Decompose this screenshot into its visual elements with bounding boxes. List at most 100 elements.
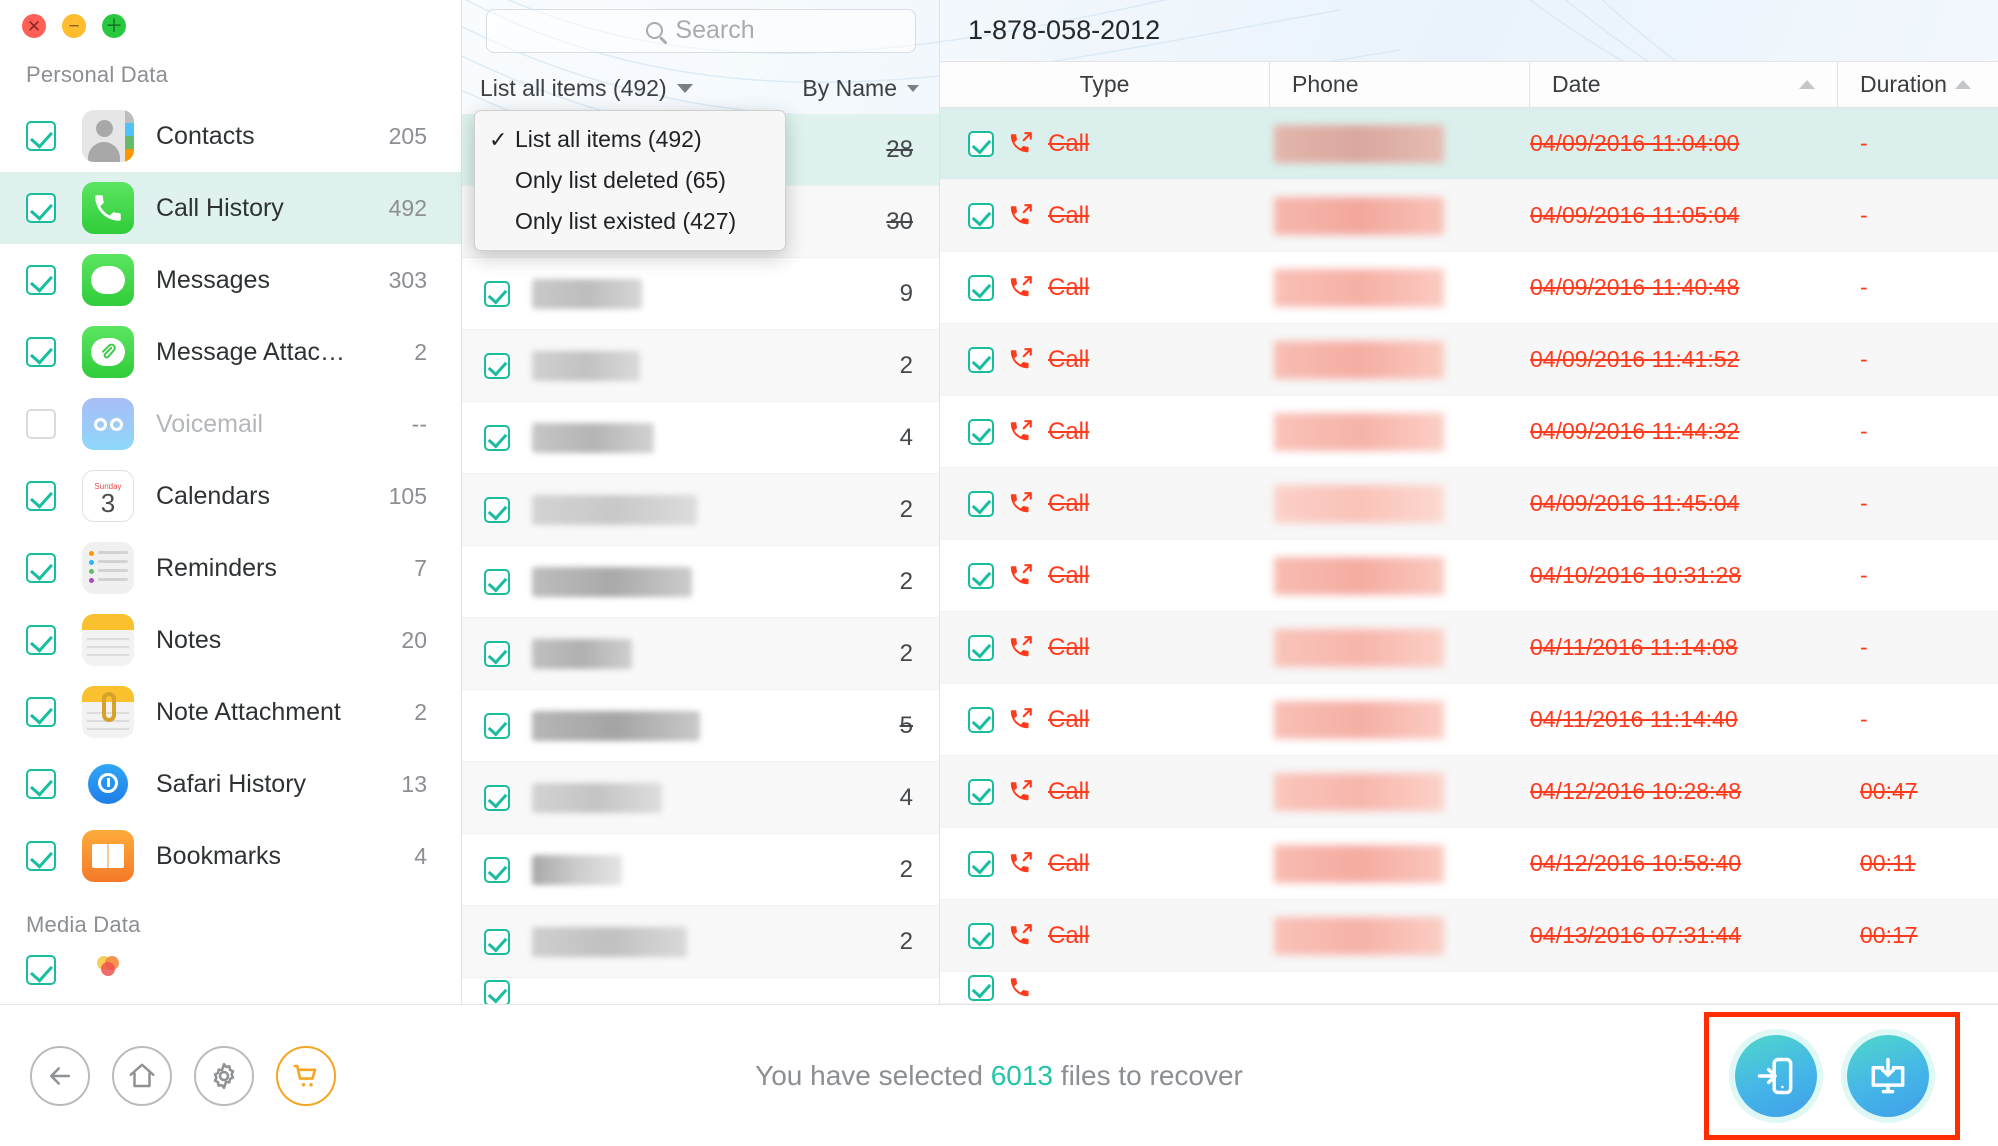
list-item-checkbox[interactable] bbox=[484, 712, 510, 739]
list-item[interactable] bbox=[462, 978, 939, 1004]
filter-dropdown-button[interactable]: List all items (492) bbox=[480, 75, 693, 102]
row-checkbox[interactable] bbox=[968, 346, 994, 373]
close-button[interactable]: ✕ bbox=[22, 14, 46, 38]
list-item-checkbox[interactable] bbox=[484, 352, 510, 379]
cell-type-label: Call bbox=[1048, 705, 1090, 733]
calendar-day: 3 bbox=[100, 487, 116, 518]
list-item-checkbox[interactable] bbox=[484, 928, 510, 955]
sidebar-item-voicemail[interactable]: Voicemail -- bbox=[0, 388, 461, 460]
sidebar-item-notes[interactable]: Notes 20 bbox=[0, 604, 461, 676]
column-header-duration[interactable]: Duration bbox=[1838, 62, 1998, 107]
table-row[interactable]: Call 04/09/2016 11:44:32 - bbox=[940, 396, 1998, 468]
list-item-checkbox[interactable] bbox=[484, 979, 510, 1004]
checkbox-messages[interactable] bbox=[26, 265, 56, 295]
sidebar-item-photos[interactable] bbox=[0, 944, 461, 996]
checkbox-call-history[interactable] bbox=[26, 193, 56, 223]
table-row[interactable]: Call 04/10/2016 10:31:28 - bbox=[940, 540, 1998, 612]
list-item[interactable]: 5 bbox=[462, 690, 939, 763]
menu-item-list-all[interactable]: ✓ List all items (492) bbox=[475, 119, 785, 160]
table-row[interactable]: Call 04/12/2016 10:28:48 00:47 bbox=[940, 756, 1998, 828]
checkbox-voicemail[interactable] bbox=[26, 409, 56, 439]
minimize-button[interactable]: − bbox=[62, 14, 86, 38]
row-checkbox[interactable] bbox=[968, 634, 994, 661]
row-checkbox[interactable] bbox=[968, 974, 994, 1001]
sidebar-item-note-attachment[interactable]: Note Attachment 2 bbox=[0, 676, 461, 748]
table-row[interactable] bbox=[940, 972, 1998, 1004]
list-item-checkbox[interactable] bbox=[484, 496, 510, 523]
row-checkbox[interactable] bbox=[968, 274, 994, 301]
table-row[interactable]: Call 04/09/2016 11:04:00 - bbox=[940, 108, 1998, 180]
row-checkbox[interactable] bbox=[968, 130, 994, 157]
list-item[interactable]: 2 bbox=[462, 474, 939, 547]
checkbox-safari-history[interactable] bbox=[26, 769, 56, 799]
row-checkbox[interactable] bbox=[968, 922, 994, 949]
list-item[interactable]: 2 bbox=[462, 834, 939, 907]
recover-to-computer-button[interactable] bbox=[1847, 1034, 1929, 1117]
cart-button[interactable] bbox=[276, 1045, 336, 1106]
row-checkbox[interactable] bbox=[968, 490, 994, 517]
home-button[interactable] bbox=[112, 1045, 172, 1106]
cell-phone bbox=[1270, 252, 1530, 323]
checkbox-calendars[interactable] bbox=[26, 481, 56, 511]
row-checkbox[interactable] bbox=[968, 418, 994, 445]
table-row[interactable]: Call 04/09/2016 11:40:48 - bbox=[940, 252, 1998, 324]
list-item[interactable]: 4 bbox=[462, 762, 939, 835]
table-row[interactable]: Call 04/11/2016 11:14:40 - bbox=[940, 684, 1998, 756]
table-row[interactable]: Call 04/09/2016 11:05:04 - bbox=[940, 180, 1998, 252]
sidebar-item-reminders[interactable]: Reminders 7 bbox=[0, 532, 461, 604]
checkbox-photos[interactable] bbox=[26, 955, 56, 985]
list-item[interactable]: 9 bbox=[462, 258, 939, 331]
checkbox-reminders[interactable] bbox=[26, 553, 56, 583]
sidebar-item-bookmarks[interactable]: Bookmarks 4 bbox=[0, 820, 461, 892]
table-row[interactable]: Call 04/09/2016 11:41:52 - bbox=[940, 324, 1998, 396]
column-header-phone[interactable]: Phone bbox=[1270, 61, 1530, 107]
row-checkbox[interactable] bbox=[968, 850, 994, 877]
sidebar-item-message-attachments[interactable]: Message Attac… 2 bbox=[0, 316, 461, 388]
column-header-type[interactable]: Type bbox=[940, 61, 1270, 107]
list-item[interactable]: 4 bbox=[462, 402, 939, 475]
sort-dropdown-button[interactable]: By Name bbox=[802, 75, 919, 102]
checkbox-contacts[interactable] bbox=[26, 121, 56, 151]
checkbox-note-attachment[interactable] bbox=[26, 697, 56, 727]
sidebar-item-calendars[interactable]: Sunday 3 Calendars 105 bbox=[0, 460, 461, 532]
sidebar-item-safari-history[interactable]: Safari History 13 bbox=[0, 748, 461, 820]
sidebar-item-messages[interactable]: Messages 303 bbox=[0, 244, 461, 316]
row-checkbox[interactable] bbox=[968, 706, 994, 733]
cell-date: 04/11/2016 11:14:40 bbox=[1530, 684, 1838, 755]
menu-item-only-existed[interactable]: Only list existed (427) bbox=[475, 201, 785, 242]
cell-date: 04/11/2016 11:14:08 bbox=[1530, 612, 1838, 683]
back-button[interactable] bbox=[30, 1045, 90, 1106]
row-checkbox[interactable] bbox=[968, 778, 994, 805]
table-row[interactable]: Call 04/12/2016 10:58:40 00:11 bbox=[940, 828, 1998, 900]
recover-to-device-button[interactable] bbox=[1735, 1034, 1817, 1117]
checkbox-bookmarks[interactable] bbox=[26, 841, 56, 871]
phone-redacted bbox=[1274, 124, 1444, 163]
menu-item-only-deleted[interactable]: Only list deleted (65) bbox=[475, 160, 785, 201]
cell-date-label: 04/10/2016 10:31:28 bbox=[1530, 562, 1742, 588]
list-item-checkbox[interactable] bbox=[484, 856, 510, 883]
sort-dropdown-label: By Name bbox=[802, 74, 897, 101]
table-row[interactable]: Call 04/09/2016 11:45:04 - bbox=[940, 468, 1998, 540]
list-item-checkbox[interactable] bbox=[484, 280, 510, 307]
list-item-checkbox[interactable] bbox=[484, 568, 510, 595]
checkbox-message-attachments[interactable] bbox=[26, 337, 56, 367]
table-row[interactable]: Call 04/11/2016 11:14:08 - bbox=[940, 612, 1998, 684]
row-checkbox[interactable] bbox=[968, 562, 994, 589]
column-header-date[interactable]: Date bbox=[1530, 61, 1838, 107]
settings-button[interactable] bbox=[194, 1045, 254, 1106]
list-item[interactable]: 2 bbox=[462, 330, 939, 403]
checkbox-notes[interactable] bbox=[26, 625, 56, 655]
list-item-checkbox[interactable] bbox=[484, 424, 510, 451]
table-row[interactable]: Call 04/13/2016 07:31:44 00:17 bbox=[940, 900, 1998, 972]
sidebar-item-contacts[interactable]: Contacts 205 bbox=[0, 100, 461, 172]
row-checkbox[interactable] bbox=[968, 202, 994, 229]
filter-dropdown-menu[interactable]: ✓ List all items (492) Only list deleted… bbox=[474, 110, 786, 251]
search-input[interactable]: Search bbox=[485, 8, 916, 53]
list-item-checkbox[interactable] bbox=[484, 640, 510, 667]
sidebar-item-call-history[interactable]: Call History 492 bbox=[0, 172, 461, 244]
list-item[interactable]: 2 bbox=[462, 906, 939, 979]
list-item[interactable]: 2 bbox=[462, 618, 939, 691]
list-item[interactable]: 2 bbox=[462, 546, 939, 619]
zoom-button[interactable]: ＋ bbox=[102, 14, 126, 38]
list-item-checkbox[interactable] bbox=[484, 784, 510, 811]
